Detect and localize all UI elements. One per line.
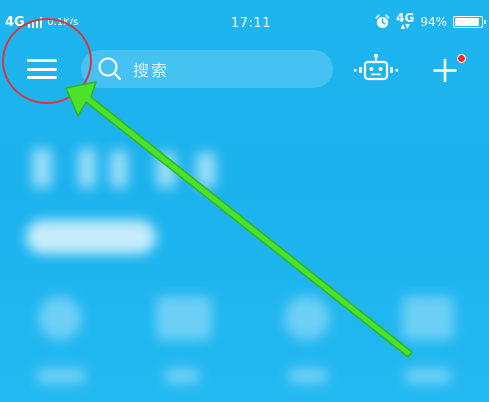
app-screen: 4G 0.1K/s 17:11 4G ▲▼ 94% 搜索 [0, 0, 489, 402]
notification-dot [457, 54, 466, 63]
robot-assistant-button[interactable] [352, 52, 400, 86]
network-type-indicator: 4G ▲▼ [396, 12, 414, 30]
robot-icon [354, 53, 398, 81]
status-right: 4G ▲▼ 94% [375, 12, 486, 30]
status-left: 4G 0.1K/s [5, 15, 78, 30]
battery-fill [455, 17, 480, 26]
status-bar: 4G 0.1K/s 17:11 4G ▲▼ 94% [0, 0, 489, 44]
status-time: 17:11 [231, 16, 271, 31]
net-speed: 0.1K/s [47, 17, 79, 28]
battery-percent: 94% [420, 14, 447, 29]
signal-icon [27, 17, 43, 28]
search-input[interactable]: 搜索 [81, 50, 333, 88]
search-icon [98, 57, 122, 81]
add-button[interactable] [430, 54, 466, 86]
search-placeholder: 搜索 [133, 61, 170, 80]
top-app-bar: 搜索 [0, 44, 489, 96]
battery-icon [453, 15, 486, 28]
menu-button[interactable] [24, 54, 60, 84]
alarm-icon [375, 14, 390, 29]
blurred-content [0, 100, 489, 402]
network-label: 4G [5, 15, 25, 30]
